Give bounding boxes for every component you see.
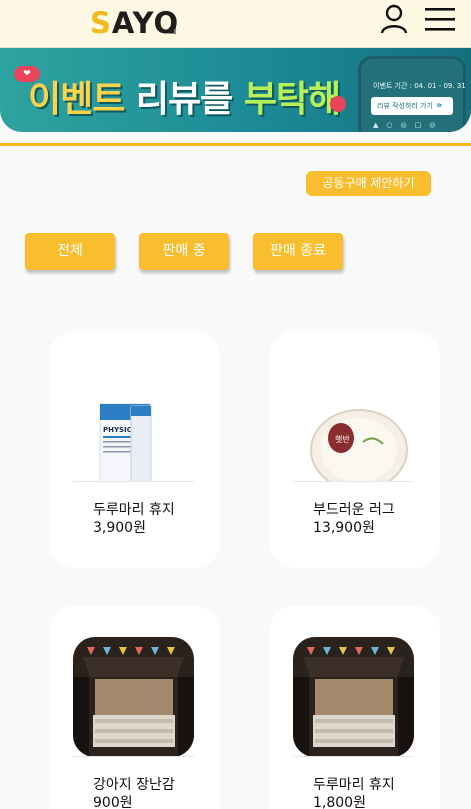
card-divider xyxy=(73,756,194,757)
product-card[interactable]: 햇반 부드러운 러그 13,900원 xyxy=(269,331,440,568)
product-image xyxy=(293,637,414,757)
double-chevron-right-icon: » xyxy=(435,100,443,111)
event-banner[interactable]: ❤ 이벤트 리뷰를 부탁해 이벤트 기간 : 04. 01 - 09. 31 리… xyxy=(0,48,471,132)
product-price: 3,900원 xyxy=(93,520,146,536)
event-period: 이벤트 기간 : 04. 01 - 09. 31 xyxy=(373,82,466,90)
phone-illustration: 이벤트 기간 : 04. 01 - 09. 31 리뷰 작성하러 가기» ▲○◎… xyxy=(358,56,466,132)
banner-title-part2: 리뷰를 xyxy=(135,79,244,120)
banner-title: 이벤트 리뷰를 부탁해 xyxy=(28,70,341,122)
top-header: SAYO ▣ xyxy=(0,0,471,48)
logo-highlight: S xyxy=(90,6,112,40)
logo[interactable]: SAYO xyxy=(90,6,179,40)
product-name: 강아지 장난감 xyxy=(93,777,175,793)
card-divider xyxy=(293,756,414,757)
product-card[interactable]: PHYSIOGEL 두루마리 휴지 3,900원 xyxy=(49,331,220,568)
user-icon[interactable] xyxy=(380,4,408,34)
phone-nav-icons: ▲○◎□◎ xyxy=(373,121,444,129)
review-cta-button[interactable]: 리뷰 작성하러 가기» xyxy=(371,97,453,115)
product-image: PHYSIOGEL xyxy=(73,362,194,482)
filter-on-sale-button[interactable]: 판매 중 xyxy=(139,233,229,270)
filter-sale-ended-button[interactable]: 판매 종료 xyxy=(253,233,343,270)
banner-title-part1: 이벤트 xyxy=(28,79,136,120)
product-price: 1,800원 xyxy=(313,795,366,809)
svg-text:햇반: 햇반 xyxy=(335,434,350,444)
product-image: 햇반 xyxy=(293,362,414,482)
hamburger-menu-icon[interactable] xyxy=(424,6,456,32)
product-image xyxy=(73,637,194,757)
card-divider xyxy=(293,481,414,482)
gift-icon: ▣ xyxy=(168,26,177,36)
product-name: 두루마리 휴지 xyxy=(93,502,175,518)
heart-icon xyxy=(330,96,346,112)
filter-all-button[interactable]: 전체 xyxy=(25,233,115,270)
product-card[interactable]: 강아지 장난감 900원 xyxy=(49,606,220,809)
product-price: 900원 xyxy=(93,795,133,809)
propose-group-buy-button[interactable]: 공동구매 제안하기 xyxy=(306,171,431,196)
product-name: 두루마리 휴지 xyxy=(313,777,395,793)
section-divider xyxy=(0,143,471,146)
product-card[interactable]: 두루마리 휴지 1,800원 xyxy=(269,606,440,809)
card-divider xyxy=(73,481,194,482)
review-cta-label: 리뷰 작성하러 가기 xyxy=(377,102,433,110)
product-name: 부드러운 러그 xyxy=(313,502,395,518)
product-price: 13,900원 xyxy=(313,520,375,536)
banner-title-part3: 부탁해 xyxy=(243,79,341,120)
